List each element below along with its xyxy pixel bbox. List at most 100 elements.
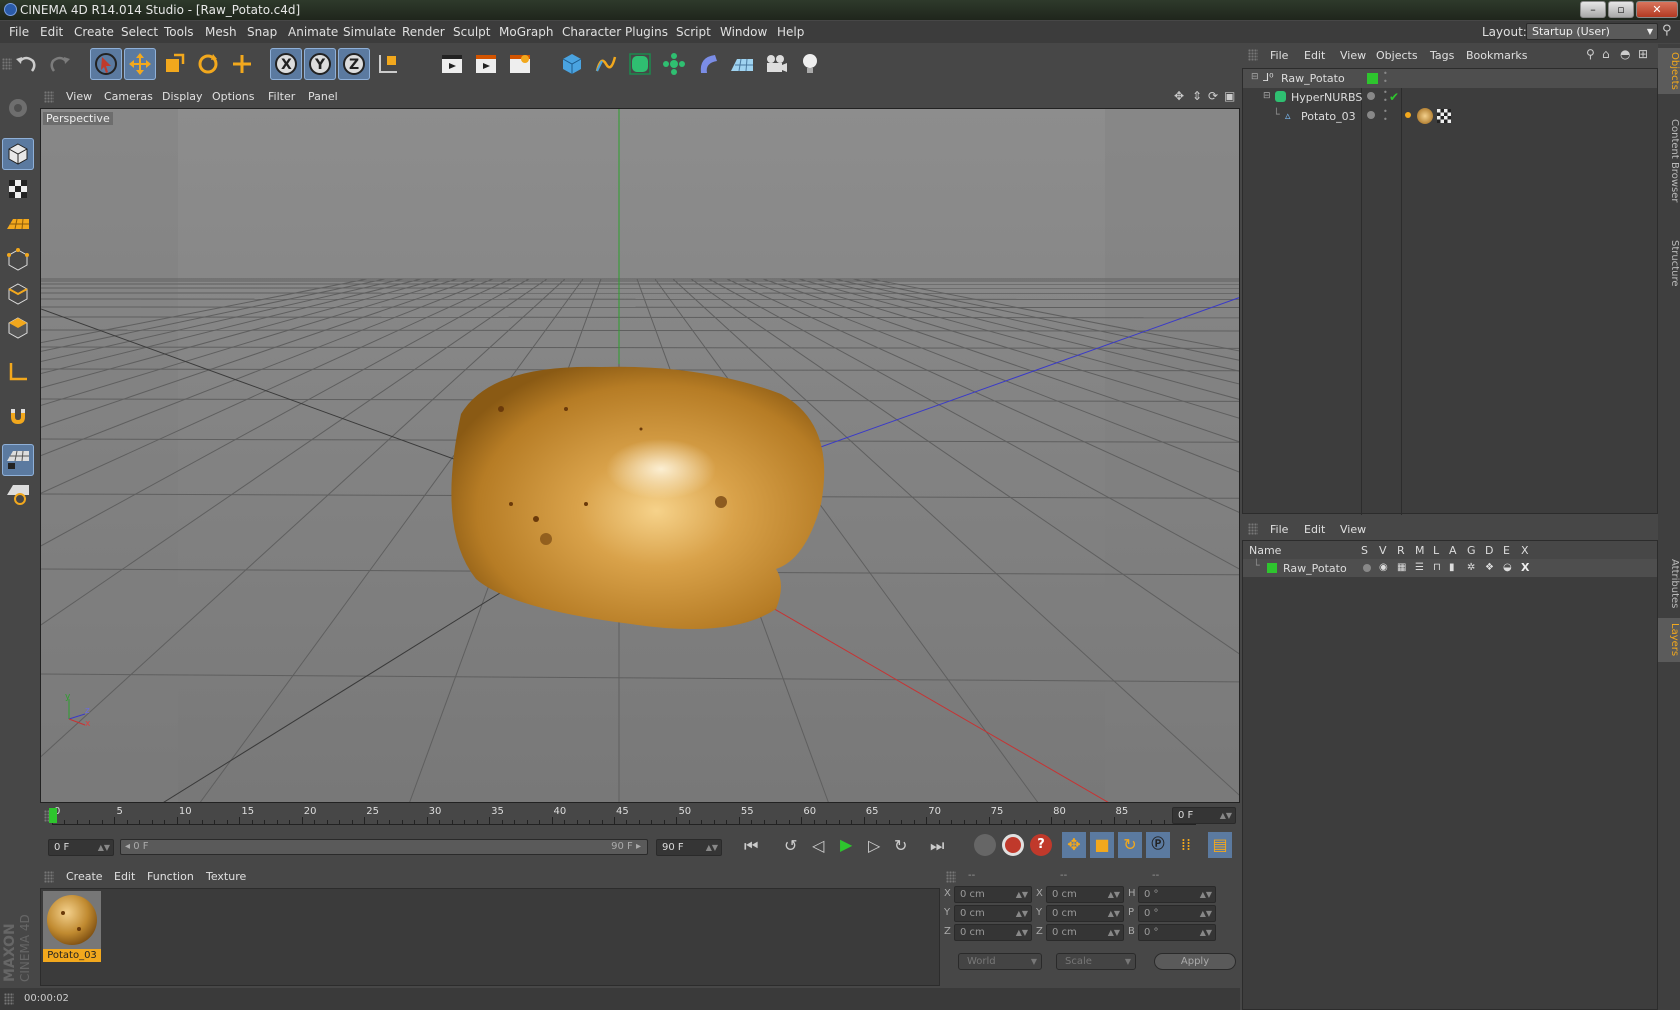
material-thumbnail[interactable] [43, 891, 101, 949]
menu-snap[interactable]: Snap [247, 25, 277, 39]
go-to-previous-key-icon[interactable]: ↺ [784, 836, 797, 855]
eye-icon[interactable]: ◓ [1620, 47, 1630, 61]
search-icon[interactable]: ⚲ [1662, 23, 1672, 38]
menu-animate[interactable]: Animate [288, 25, 338, 39]
end-frame-field[interactable]: 90 F ▲▼ [656, 839, 722, 856]
perspective-viewport[interactable]: Perspective y z x [40, 108, 1240, 803]
step-back-icon[interactable]: ◁ [812, 836, 824, 855]
snapping-button[interactable] [2, 400, 34, 432]
texture-mode-button[interactable] [2, 173, 34, 205]
toggle-layout-icon[interactable]: ▣ [1224, 89, 1235, 103]
maximize-button[interactable]: ▫ [1608, 1, 1634, 18]
record-active-objects-icon[interactable] [974, 834, 996, 856]
status-grip[interactable] [4, 993, 14, 1005]
pan-view-icon[interactable]: ✥ [1174, 89, 1184, 103]
menu-simulate[interactable]: Simulate [343, 25, 396, 39]
frame-range-slider[interactable]: ◂ 0 F 90 F ▸ [120, 839, 648, 855]
viewport-grip[interactable] [44, 91, 54, 103]
home-icon[interactable]: ⌂ [1602, 47, 1610, 61]
record-rotation-icon[interactable]: ↻ [1118, 832, 1142, 858]
planar-workplane-button[interactable] [2, 478, 34, 510]
edges-mode-button[interactable] [2, 278, 34, 310]
layer-color-swatch[interactable] [1267, 563, 1277, 573]
material-menu-edit[interactable]: Edit [114, 870, 135, 883]
timeline-window-icon[interactable]: ▤ [1208, 832, 1232, 858]
layer-dot-icon[interactable] [1367, 111, 1375, 119]
size-field[interactable]: 0 cm ▲▼ [1046, 905, 1124, 922]
make-editable-button[interactable] [2, 92, 34, 124]
layer-grip[interactable] [1248, 523, 1258, 535]
material-menu-function[interactable]: Function [147, 870, 194, 883]
zoom-view-icon[interactable]: ⇕ [1192, 89, 1202, 103]
move-tool[interactable] [124, 48, 156, 80]
material-grip[interactable] [44, 871, 54, 883]
play-forward-icon[interactable]: ▶ [840, 835, 852, 854]
autokeying-icon[interactable] [1002, 834, 1024, 856]
locked-workplane-button[interactable] [2, 444, 34, 476]
menu-character[interactable]: Character [562, 25, 621, 39]
coordinate-system-button[interactable] [372, 48, 404, 80]
points-mode-button[interactable] [2, 244, 34, 276]
position-field[interactable]: 0 cm ▲▼ [954, 924, 1032, 941]
viewport-menu-panel[interactable]: Panel [308, 90, 338, 103]
menu-select[interactable]: Select [121, 25, 158, 39]
layer-col-manager[interactable]: M [1415, 544, 1425, 557]
viewport-canvas[interactable] [41, 109, 1240, 803]
tab-layers[interactable]: Layers [1658, 618, 1680, 662]
add-array-button[interactable] [658, 48, 690, 80]
undo-button[interactable] [10, 48, 42, 80]
polygons-mode-button[interactable] [2, 312, 34, 344]
lock-z-axis-button[interactable]: Z [338, 48, 370, 80]
viewport-menu-options[interactable]: Options [212, 90, 254, 103]
record-position-icon[interactable]: ✥ [1062, 832, 1086, 858]
object-name-potato-03[interactable]: Potato_03 [1301, 110, 1356, 123]
current-frame-field[interactable]: 0 F ▲▼ [1172, 807, 1236, 824]
viewport-menu-cameras[interactable]: Cameras [104, 90, 153, 103]
size-field[interactable]: 0 cm ▲▼ [1046, 886, 1124, 903]
deformer-icon[interactable]: ❖ [1485, 562, 1494, 573]
add-camera-button[interactable] [760, 48, 792, 80]
close-button[interactable]: ✕ [1636, 1, 1678, 18]
object-row-hypernurbs[interactable]: ⊟ HyperNURBS • • ✔ [1243, 88, 1657, 107]
position-field[interactable]: 0 cm ▲▼ [954, 886, 1032, 903]
lock-x-axis-button[interactable]: X [270, 48, 302, 80]
model-mode-button[interactable] [2, 138, 34, 170]
go-to-start-icon[interactable]: ⏮ [744, 836, 758, 856]
menu-tools[interactable]: Tools [164, 25, 194, 39]
rotation-field[interactable]: 0 ° ▲▼ [1138, 886, 1216, 903]
menu-help[interactable]: Help [777, 25, 804, 39]
menu-create[interactable]: Create [74, 25, 114, 39]
material-menu-texture[interactable]: Texture [206, 870, 246, 883]
record-parameter-icon[interactable]: Ⓟ [1146, 832, 1170, 858]
lock-icon[interactable]: ⊓ [1433, 562, 1441, 573]
uvw-tag-icon[interactable] [1437, 109, 1451, 123]
start-frame-field[interactable]: 0 F ▲▼ [48, 839, 114, 856]
visibility-dots-icon[interactable]: • • [1383, 70, 1388, 86]
layer-menu-file[interactable]: File [1270, 523, 1288, 536]
tab-objects[interactable]: Objects [1658, 48, 1680, 94]
redo-button[interactable] [44, 48, 76, 80]
menu-edit[interactable]: Edit [40, 25, 63, 39]
add-light-button[interactable] [794, 48, 826, 80]
add-deformer-button[interactable] [692, 48, 724, 80]
tab-content-browser[interactable]: Content Browser [1658, 98, 1680, 224]
coordinate-type-dropdown[interactable]: Scale ▼ [1056, 953, 1136, 970]
add-cube-button[interactable] [556, 48, 588, 80]
layer-col-name[interactable]: Name [1249, 544, 1281, 557]
render-clapper-icon[interactable]: ▦ [1397, 562, 1406, 573]
keyframe-selection-icon[interactable]: ? [1030, 834, 1052, 856]
add-nurbs-button[interactable] [624, 48, 656, 80]
tab-attributes[interactable]: Attributes [1658, 554, 1680, 614]
phong-tag-icon[interactable] [1405, 112, 1411, 118]
menu-render[interactable]: Render [402, 25, 445, 39]
layer-row-raw-potato[interactable]: └ Raw_Potato ◉ ▦ ☰ ⊓ ▮ ✲ ❖ ◒ X [1243, 559, 1657, 577]
object-menu-bookmarks[interactable]: Bookmarks [1466, 49, 1527, 62]
go-to-next-key-icon[interactable]: ↻ [894, 836, 907, 855]
minimize-button[interactable]: – [1580, 1, 1606, 18]
generator-icon[interactable]: ✲ [1467, 562, 1475, 573]
last-tool[interactable] [226, 48, 258, 80]
layer-col-expressions[interactable]: E [1503, 544, 1510, 557]
object-menu-objects[interactable]: Objects [1376, 49, 1418, 62]
object-name-raw-potato[interactable]: Raw_Potato [1281, 72, 1345, 85]
view-eye-icon[interactable]: ◉ [1379, 562, 1388, 573]
